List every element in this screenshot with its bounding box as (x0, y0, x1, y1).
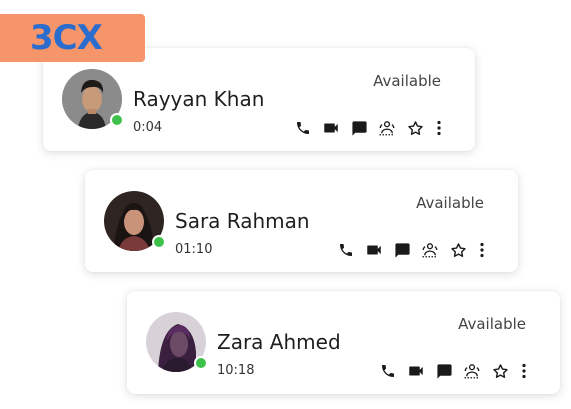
status-text: Available (458, 315, 526, 333)
call-duration: 10:18 (217, 363, 255, 378)
brand-logo: 3CX (30, 18, 103, 58)
avatar-container (104, 191, 166, 251)
avatar-container (146, 312, 208, 372)
presence-indicator (110, 113, 124, 127)
status-text: Available (373, 72, 441, 90)
chat-icon[interactable] (349, 118, 369, 138)
more-icon[interactable] (476, 240, 488, 260)
transfer-icon[interactable] (420, 240, 440, 260)
status-text: Available (416, 194, 484, 212)
more-icon[interactable] (433, 118, 445, 138)
action-bar (378, 361, 530, 381)
brand-logo-badge: 3CX (0, 14, 145, 62)
star-icon[interactable] (448, 240, 468, 260)
contact-card[interactable]: Zara Ahmed 10:18 Available (127, 291, 560, 394)
phone-icon[interactable] (293, 118, 313, 138)
chat-icon[interactable] (434, 361, 454, 381)
call-duration: 0:04 (133, 120, 163, 135)
contact-card[interactable]: Rayyan Khan 0:04 Available (43, 48, 475, 151)
phone-icon[interactable] (336, 240, 356, 260)
video-icon[interactable] (364, 240, 384, 260)
transfer-icon[interactable] (377, 118, 397, 138)
phone-icon[interactable] (378, 361, 398, 381)
chat-icon[interactable] (392, 240, 412, 260)
presence-indicator (194, 356, 208, 370)
video-icon[interactable] (321, 118, 341, 138)
video-icon[interactable] (406, 361, 426, 381)
contact-name: Zara Ahmed (217, 330, 341, 354)
action-bar (336, 240, 488, 260)
avatar-container (62, 69, 124, 129)
star-icon[interactable] (405, 118, 425, 138)
presence-indicator (152, 235, 166, 249)
call-duration: 01:10 (175, 242, 213, 257)
contact-name: Sara Rahman (175, 209, 310, 233)
contact-name: Rayyan Khan (133, 87, 265, 111)
contact-card[interactable]: Sara Rahman 01:10 Available (85, 170, 518, 272)
transfer-icon[interactable] (462, 361, 482, 381)
star-icon[interactable] (490, 361, 510, 381)
more-icon[interactable] (518, 361, 530, 381)
action-bar (293, 118, 445, 138)
